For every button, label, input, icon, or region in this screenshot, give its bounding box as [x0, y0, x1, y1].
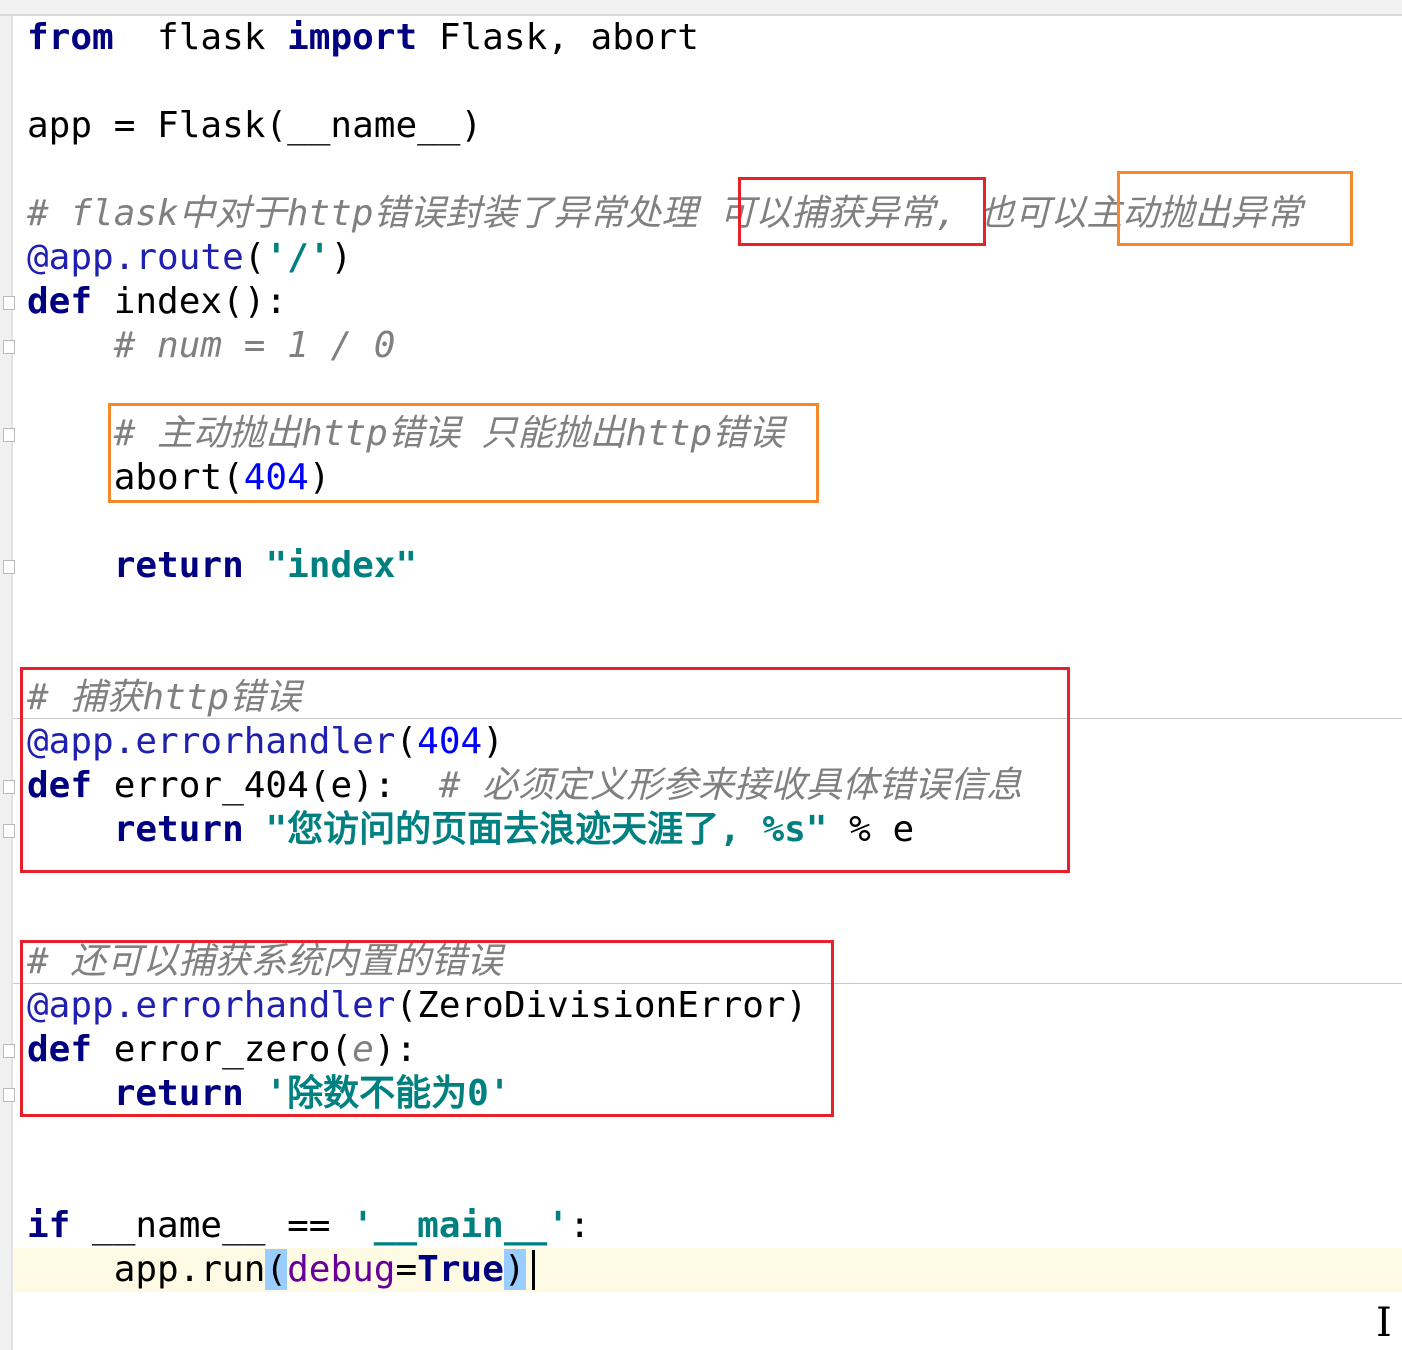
- code-token: ): [330, 237, 353, 278]
- fold-icon[interactable]: [3, 1088, 15, 1102]
- code-token: flask: [113, 17, 288, 58]
- code-token: app.run: [27, 1249, 266, 1290]
- ibeam-cursor-icon: I: [1376, 1300, 1392, 1346]
- code-line[interactable]: # flask中对于http错误封装了异常处理 可以捕获异常, 也可以主动抛出异…: [27, 192, 1302, 236]
- annotation-box-errorhandler-zero: [20, 940, 834, 1117]
- editor-gutter: [0, 16, 13, 1350]
- code-line[interactable]: # num = 1 / 0: [27, 324, 1302, 368]
- code-line[interactable]: def index():: [27, 280, 1302, 324]
- code-token: # flask中对于http错误封装了异常处理 可以捕获异常, 也可以主动抛出异…: [27, 193, 1303, 234]
- code-token: Flask, abort: [417, 17, 699, 58]
- code-line[interactable]: [27, 896, 1302, 940]
- fold-icon[interactable]: [3, 428, 15, 442]
- annotation-box-abort: [108, 403, 819, 503]
- code-token: return: [113, 545, 244, 586]
- text-cursor: [532, 1250, 535, 1290]
- code-token: def: [27, 281, 93, 322]
- code-line[interactable]: [27, 1116, 1302, 1160]
- code-token: @app.route: [27, 237, 244, 278]
- code-line[interactable]: app.run(debug=True): [27, 1248, 1302, 1292]
- code-line[interactable]: [27, 500, 1302, 544]
- code-line[interactable]: if __name__ == '__main__':: [27, 1204, 1302, 1248]
- code-token: app = Flask(__name__): [27, 105, 483, 146]
- fold-icon[interactable]: [3, 1044, 15, 1058]
- fold-icon[interactable]: [3, 560, 15, 574]
- code-line[interactable]: [27, 60, 1302, 104]
- code-token: (: [243, 237, 266, 278]
- code-token: "index": [265, 545, 418, 586]
- code-line[interactable]: return "index": [27, 544, 1302, 588]
- code-line[interactable]: @app.route('/'): [27, 236, 1302, 280]
- code-token: True: [417, 1249, 504, 1290]
- code-token: import: [287, 17, 418, 58]
- code-token: '/': [265, 237, 331, 278]
- code-line[interactable]: from flask import Flask, abort: [27, 16, 1302, 60]
- code-token: (: [265, 1249, 288, 1290]
- fold-icon[interactable]: [3, 824, 15, 838]
- annotation-box-errorhandler-404: [20, 667, 1070, 873]
- editor-tab-bar: [0, 0, 1402, 16]
- code-token: if: [27, 1205, 71, 1246]
- code-token: index():: [92, 281, 288, 322]
- code-line[interactable]: [27, 588, 1302, 632]
- code-line[interactable]: [27, 148, 1302, 192]
- annotation-box-catch: [738, 177, 986, 246]
- code-token: # num = 1 / 0: [113, 325, 396, 366]
- annotation-box-raise: [1117, 171, 1353, 246]
- fold-icon[interactable]: [3, 340, 15, 354]
- code-line[interactable]: [27, 1160, 1302, 1204]
- code-token: from: [27, 17, 114, 58]
- code-token: '__main__': [352, 1205, 569, 1246]
- code-token: __name__ ==: [70, 1205, 353, 1246]
- code-token: :: [568, 1205, 591, 1246]
- code-token: debug: [287, 1249, 396, 1290]
- fold-icon[interactable]: [3, 296, 15, 310]
- fold-icon[interactable]: [3, 780, 15, 794]
- code-token: =: [395, 1249, 418, 1290]
- code-line[interactable]: app = Flask(__name__): [27, 104, 1302, 148]
- code-token: ): [503, 1249, 526, 1290]
